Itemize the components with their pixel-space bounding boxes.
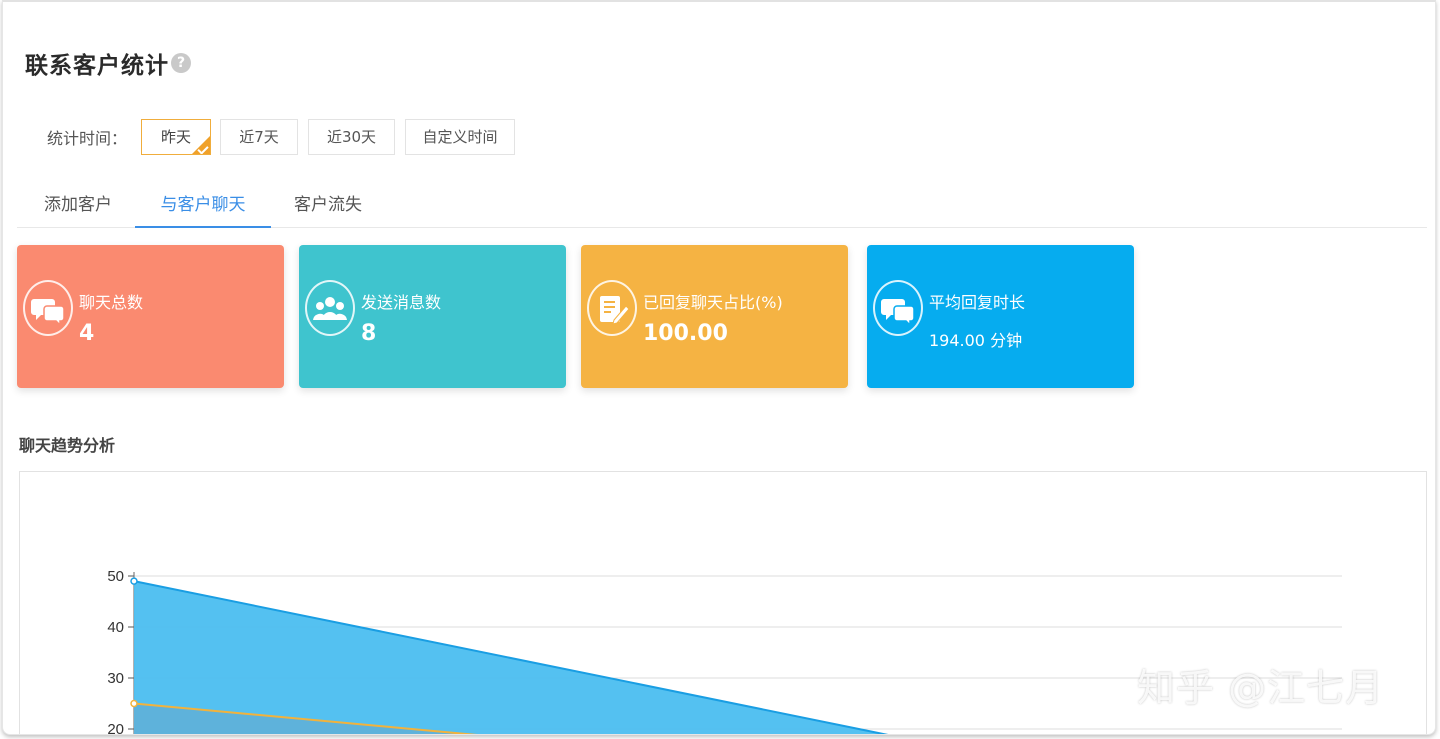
time-option-label: 昨天 (160, 128, 191, 146)
stats-panel: 联系客户统计 ? 统计时间： 昨天 近7天 近30天 自定义时间 添加客户 与客… (2, 0, 1436, 735)
time-option-custom[interactable]: 自定义时间 (405, 119, 515, 155)
y-tick-label: 20 (107, 721, 124, 735)
stat-card-total-chats: 聊天总数 4 (17, 245, 284, 388)
stat-card-reply-ratio: 已回复聊天占比(%) 100.00 (581, 245, 848, 388)
stat-card-messages-sent: 发送消息数 8 (299, 245, 566, 388)
time-filter-label: 统计时间： (47, 129, 128, 148)
tab-add-customer[interactable]: 添加客户 (23, 184, 133, 228)
section-title: 聊天趋势分析 (19, 436, 116, 455)
stat-label: 发送消息数 (361, 293, 442, 312)
stat-label: 已回复聊天占比(%) (643, 293, 783, 312)
time-option-30days[interactable]: 近30天 (308, 119, 395, 155)
edit-document-icon (587, 280, 637, 336)
time-option-label: 自定义时间 (422, 128, 498, 146)
stat-label: 平均回复时长 (929, 293, 1026, 312)
y-tick-label: 40 (107, 619, 124, 636)
stat-value: 8 (361, 321, 377, 346)
y-tick-label: 30 (107, 670, 124, 687)
stat-card-avg-reply-time: 平均回复时长 194.00 分钟 (867, 245, 1134, 388)
stat-value: 4 (79, 321, 95, 346)
time-option-label: 近7天 (239, 128, 279, 146)
y-tick-label: 50 (107, 568, 124, 585)
time-option-yesterday[interactable]: 昨天 (141, 119, 211, 155)
page-title: 联系客户统计 (25, 53, 169, 79)
tab-bar: 添加客户 与客户聊天 客户流失 (17, 184, 1427, 228)
area-series-1 (134, 581, 884, 734)
tab-chat-with-customer[interactable]: 与客户聊天 (135, 184, 271, 228)
data-point[interactable] (130, 699, 138, 708)
time-option-7days[interactable]: 近7天 (220, 119, 298, 155)
stat-value: 100.00 (643, 321, 728, 346)
watermark-text: 知乎 @江七月 (1137, 666, 1385, 710)
help-icon[interactable]: ? (171, 53, 191, 73)
time-option-label: 近30天 (326, 128, 377, 146)
data-point[interactable] (130, 577, 138, 585)
chat-bubbles-icon (873, 280, 923, 336)
tab-customer-churn[interactable]: 客户流失 (273, 184, 383, 228)
stat-label: 聊天总数 (79, 293, 144, 312)
people-group-icon (305, 280, 355, 336)
chat-bubbles-icon (23, 280, 73, 336)
stat-value: 194.00 分钟 (929, 331, 1023, 350)
